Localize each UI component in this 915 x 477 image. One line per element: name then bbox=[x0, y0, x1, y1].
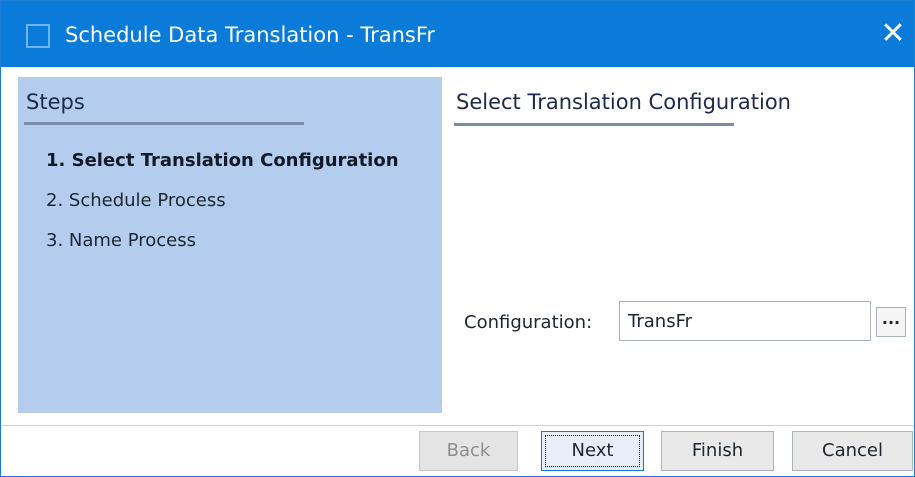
next-button[interactable]: Next bbox=[541, 431, 644, 471]
window-title: Schedule Data Translation - TransFr bbox=[65, 23, 436, 47]
step-item-name-process: 3. Name Process bbox=[46, 230, 197, 251]
steps-heading-underline bbox=[24, 122, 304, 125]
cancel-button[interactable]: Cancel bbox=[792, 431, 913, 471]
next-button-label: Next bbox=[571, 440, 614, 461]
title-bar[interactable]: Schedule Data Translation - TransFr ✕ bbox=[1, 1, 914, 67]
configuration-field[interactable] bbox=[619, 301, 871, 341]
back-button[interactable]: Back bbox=[419, 431, 518, 471]
step-item-schedule-process: 2. Schedule Process bbox=[46, 190, 226, 211]
app-icon bbox=[26, 24, 50, 48]
steps-heading: Steps bbox=[26, 90, 85, 114]
configuration-label: Configuration: bbox=[464, 312, 593, 333]
footer-divider bbox=[1, 425, 914, 426]
browse-button[interactable]: ... bbox=[876, 307, 906, 337]
dialog-window: Schedule Data Translation - TransFr ✕ St… bbox=[0, 0, 915, 477]
finish-button[interactable]: Finish bbox=[661, 431, 774, 471]
steps-panel: Steps 1. Select Translation Configuratio… bbox=[18, 77, 442, 413]
close-icon[interactable]: ✕ bbox=[873, 15, 913, 55]
page-title: Select Translation Configuration bbox=[456, 90, 791, 114]
page-title-underline bbox=[454, 123, 734, 126]
step-item-select-translation-configuration: 1. Select Translation Configuration bbox=[46, 150, 399, 171]
